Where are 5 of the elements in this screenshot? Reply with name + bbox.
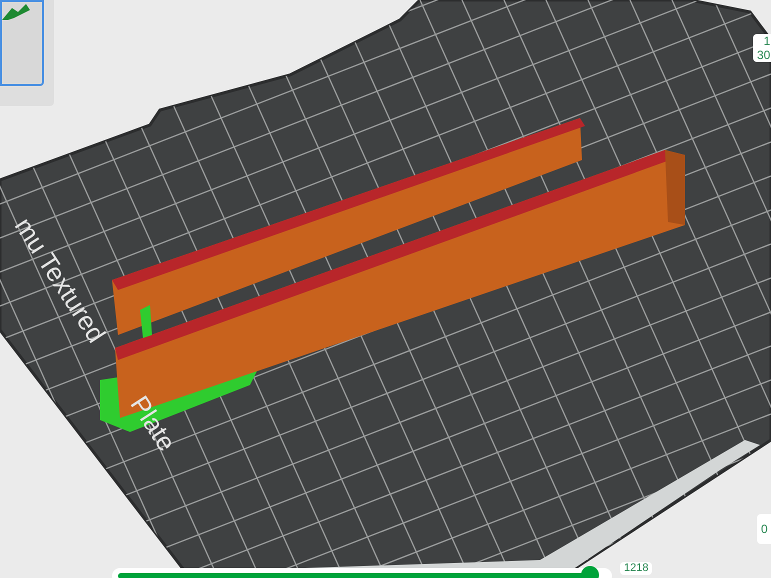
model-thumbnail-icon xyxy=(2,2,30,22)
layer-top-label: 1 30 xyxy=(753,34,771,62)
layer-bottom-label: 0 xyxy=(757,514,771,544)
plate-thumbnail[interactable] xyxy=(0,0,44,86)
move-slider-label: 1218 xyxy=(620,562,652,575)
